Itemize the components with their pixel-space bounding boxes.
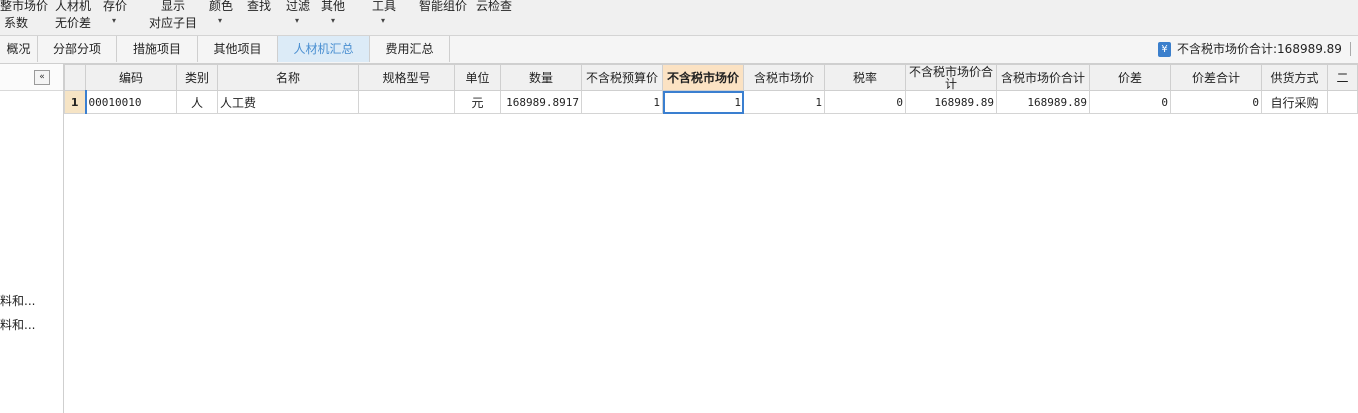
cell-price-diff-total[interactable]: 0 — [1170, 90, 1262, 114]
cell-code[interactable]: 00010010 — [84, 90, 177, 114]
cell-unit[interactable]: 元 — [454, 90, 501, 114]
cell-category[interactable]: 人 — [176, 90, 218, 114]
tab-fee-summary[interactable]: 费用汇总 — [370, 36, 450, 62]
tab-bar: 概况 分部分项 措施项目 其他项目 人材机汇总 费用汇总 ¥ 不含税市场价合计:1… — [0, 36, 1358, 64]
column-header-price-diff-total[interactable]: 价差合计 — [1170, 64, 1262, 91]
display-button[interactable]: 显示 — [161, 0, 185, 14]
left-tree-panel: « 料和... 料和... — [0, 64, 64, 413]
tree-item[interactable]: 料和... — [0, 292, 35, 309]
yuan-icon: ¥ — [1158, 42, 1171, 57]
cell-name[interactable]: 人工费 — [217, 90, 359, 114]
table-header-row: 编码 类别 名称 规格型号 单位 数量 不含税预算价 不含税市场价 含税市场价 … — [64, 64, 1358, 91]
column-header-spec[interactable]: 规格型号 — [358, 64, 455, 91]
cell-supply[interactable]: 自行采购 — [1261, 90, 1328, 114]
cell-spec[interactable] — [358, 90, 455, 114]
cell-market-price[interactable]: 1 — [662, 90, 744, 114]
column-header-quantity[interactable]: 数量 — [500, 64, 582, 91]
row-number-header — [64, 64, 86, 91]
filter-button[interactable]: 过滤 — [286, 0, 310, 14]
column-header-name[interactable]: 名称 — [217, 64, 359, 91]
column-header-tax-market-total[interactable]: 含税市场价合计 — [996, 64, 1090, 91]
cell-price-diff[interactable]: 0 — [1089, 90, 1171, 114]
other-button[interactable]: 其他 — [321, 0, 345, 14]
tools-button[interactable]: 工具 — [372, 0, 396, 14]
cell-quantity[interactable]: 168989.8917 — [500, 90, 582, 114]
table-row[interactable]: 1 00010010 人 人工费 元 168989.8917 1 1 1 0 1… — [64, 90, 1358, 114]
cell-market-total[interactable]: 168989.89 — [905, 90, 997, 114]
chevron-down-icon[interactable]: ▾ — [218, 16, 222, 25]
display-sub[interactable]: 对应子目 — [149, 14, 197, 31]
column-header-unit[interactable]: 单位 — [454, 64, 501, 91]
cell-budget-price[interactable]: 1 — [581, 90, 663, 114]
rcj-no-diff-button[interactable]: 人材机 — [55, 0, 91, 14]
cell-tax-rate[interactable]: 0 — [824, 90, 906, 114]
divider — [1350, 42, 1351, 56]
tab-measures[interactable]: 措施项目 — [117, 36, 198, 62]
cloud-check-button[interactable]: 云检查 — [476, 0, 512, 14]
tab-rcj-summary[interactable]: 人材机汇总 — [278, 36, 370, 62]
color-button[interactable]: 颜色 — [209, 0, 233, 14]
smart-pricing-button[interactable]: 智能组价 — [419, 0, 467, 14]
column-header-supply[interactable]: 供货方式 — [1261, 64, 1328, 91]
rcj-no-diff-sub[interactable]: 无价差 — [55, 14, 91, 31]
chevron-down-icon[interactable]: ▾ — [381, 16, 385, 25]
tab-sub-items[interactable]: 分部分项 — [38, 36, 117, 62]
cell-extra[interactable] — [1327, 90, 1358, 114]
market-total-label: 不含税市场价合计:168989.89 — [1177, 42, 1342, 56]
chevron-down-icon[interactable]: ▾ — [331, 16, 335, 25]
tab-other-items[interactable]: 其他项目 — [198, 36, 278, 62]
tree-item[interactable]: 料和... — [0, 316, 35, 333]
rcj-table: 编码 类别 名称 规格型号 单位 数量 不含税预算价 不含税市场价 含税市场价 … — [64, 64, 1358, 114]
row-number[interactable]: 1 — [64, 90, 86, 114]
adjust-market-price-sub[interactable]: 系数 — [4, 14, 28, 31]
column-header-price-diff[interactable]: 价差 — [1089, 64, 1171, 91]
chevron-down-icon[interactable]: ▾ — [295, 16, 299, 25]
cell-tax-market-total[interactable]: 168989.89 — [996, 90, 1090, 114]
tab-overview[interactable]: 概况 — [0, 36, 38, 62]
adjust-market-price-button[interactable]: 整市场价 — [0, 0, 48, 14]
cell-tax-market-price[interactable]: 1 — [743, 90, 825, 114]
chevron-down-icon[interactable]: ▾ — [112, 16, 116, 25]
rcj-summary-grid: 编码 类别 名称 规格型号 单位 数量 不含税预算价 不含税市场价 含税市场价 … — [64, 64, 1358, 413]
find-button[interactable]: 查找 — [247, 0, 271, 14]
column-header-tax-rate[interactable]: 税率 — [824, 64, 906, 91]
column-header-code[interactable]: 编码 — [85, 64, 177, 91]
column-header-extra[interactable]: 二 — [1327, 64, 1358, 91]
collapse-panel-button[interactable]: « — [34, 70, 50, 85]
toolbar: 整市场价 系数 人材机 无价差 存价 ▾ 显示 对应子目 颜色 ▾ 查找 过滤 … — [0, 0, 1358, 36]
save-price-button[interactable]: 存价 — [103, 0, 127, 14]
column-header-market-price[interactable]: 不含税市场价 — [662, 64, 744, 91]
left-panel-header: « — [0, 64, 63, 91]
market-total-summary: ¥ 不含税市场价合计:168989.89 — [1158, 36, 1342, 62]
column-header-market-total[interactable]: 不含税市场价合计 — [905, 64, 997, 91]
column-header-category[interactable]: 类别 — [176, 64, 218, 91]
column-header-tax-market-price[interactable]: 含税市场价 — [743, 64, 825, 91]
column-header-budget-price[interactable]: 不含税预算价 — [581, 64, 663, 91]
